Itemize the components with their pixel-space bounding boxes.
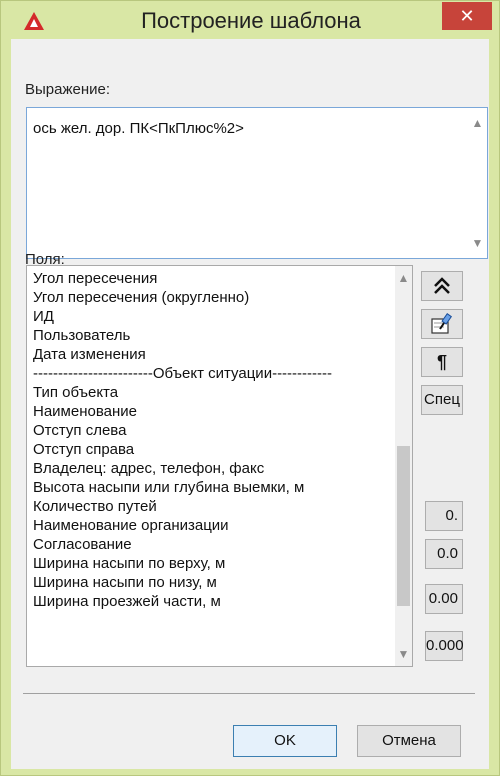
fields-list[interactable]: Угол пересечения Угол пересечения (округ… [26,265,413,667]
format-0-button[interactable]: 0. [425,501,463,531]
list-item[interactable]: Ширина насыпи по верху, м [33,554,225,573]
special-button[interactable]: Спец [421,385,463,415]
insert-field-button[interactable] [421,271,463,301]
list-item[interactable]: Отступ справа [33,440,134,459]
scroll-thumb[interactable] [397,446,410,606]
chevron-up-icon[interactable]: ▲ [469,116,486,130]
list-item[interactable]: Дата изменения [33,345,146,364]
list-item[interactable]: Владелец: адрес, телефон, факс [33,459,264,478]
expression-input[interactable]: ось жел. дор. ПК<ПкПлюс%2> ▲ ▼ [26,107,488,259]
dialog-window: Построение шаблона ✕ Выражение: ось жел.… [0,0,500,776]
format-3-button[interactable]: 0.000 [425,631,464,661]
chevron-down-icon[interactable]: ▼ [395,647,412,661]
list-item[interactable]: Высота насыпи или глубина выемки, м [33,478,304,497]
list-item[interactable]: Отступ слева [33,421,126,440]
list-item[interactable]: Согласование [33,535,132,554]
list-item[interactable]: Тип объекта [33,383,118,402]
list-item[interactable]: Наименование организации [33,516,229,535]
title-bar[interactable]: Построение шаблона ✕ [1,1,500,41]
pick-object-button[interactable] [421,309,463,339]
list-item[interactable]: Ширина проезжей части, м [33,592,221,611]
fields-scrollbar[interactable]: ▲ ▼ [395,266,412,666]
list-item[interactable]: Угол пересечения (округленно) [33,288,249,307]
pick-object-icon [431,313,453,334]
ok-button[interactable]: OK [233,725,337,757]
list-item[interactable]: Наименование [33,402,137,421]
paragraph-button[interactable]: ¶ [421,347,463,377]
list-item[interactable]: Пользователь [33,326,130,345]
expression-scrollbar[interactable]: ▲ ▼ [469,108,486,258]
chevron-up-icon[interactable]: ▲ [395,271,412,285]
format-1-button[interactable]: 0.0 [425,539,463,569]
list-item[interactable]: Ширина насыпи по низу, м [33,573,217,592]
divider [23,693,475,694]
list-item[interactable]: Угол пересечения [33,269,157,288]
format-2-button[interactable]: 0.00 [425,584,463,614]
chevron-down-icon[interactable]: ▼ [469,236,486,250]
expression-value: ось жел. дор. ПК<ПкПлюс%2> [33,120,244,137]
close-button[interactable]: ✕ [442,2,492,30]
double-chevron-up-icon [434,277,450,294]
expression-label: Выражение: [25,81,111,98]
list-item[interactable]: Количество путей [33,497,157,516]
window-title: Построение шаблона [141,8,361,33]
cancel-button[interactable]: Отмена [357,725,461,757]
list-item-section-separator[interactable]: ------------------------Объект ситуации-… [33,364,332,383]
list-item[interactable]: ИД [33,307,54,326]
dialog-body: Выражение: ось жел. дор. ПК<ПкПлюс%2> ▲ … [11,39,489,769]
